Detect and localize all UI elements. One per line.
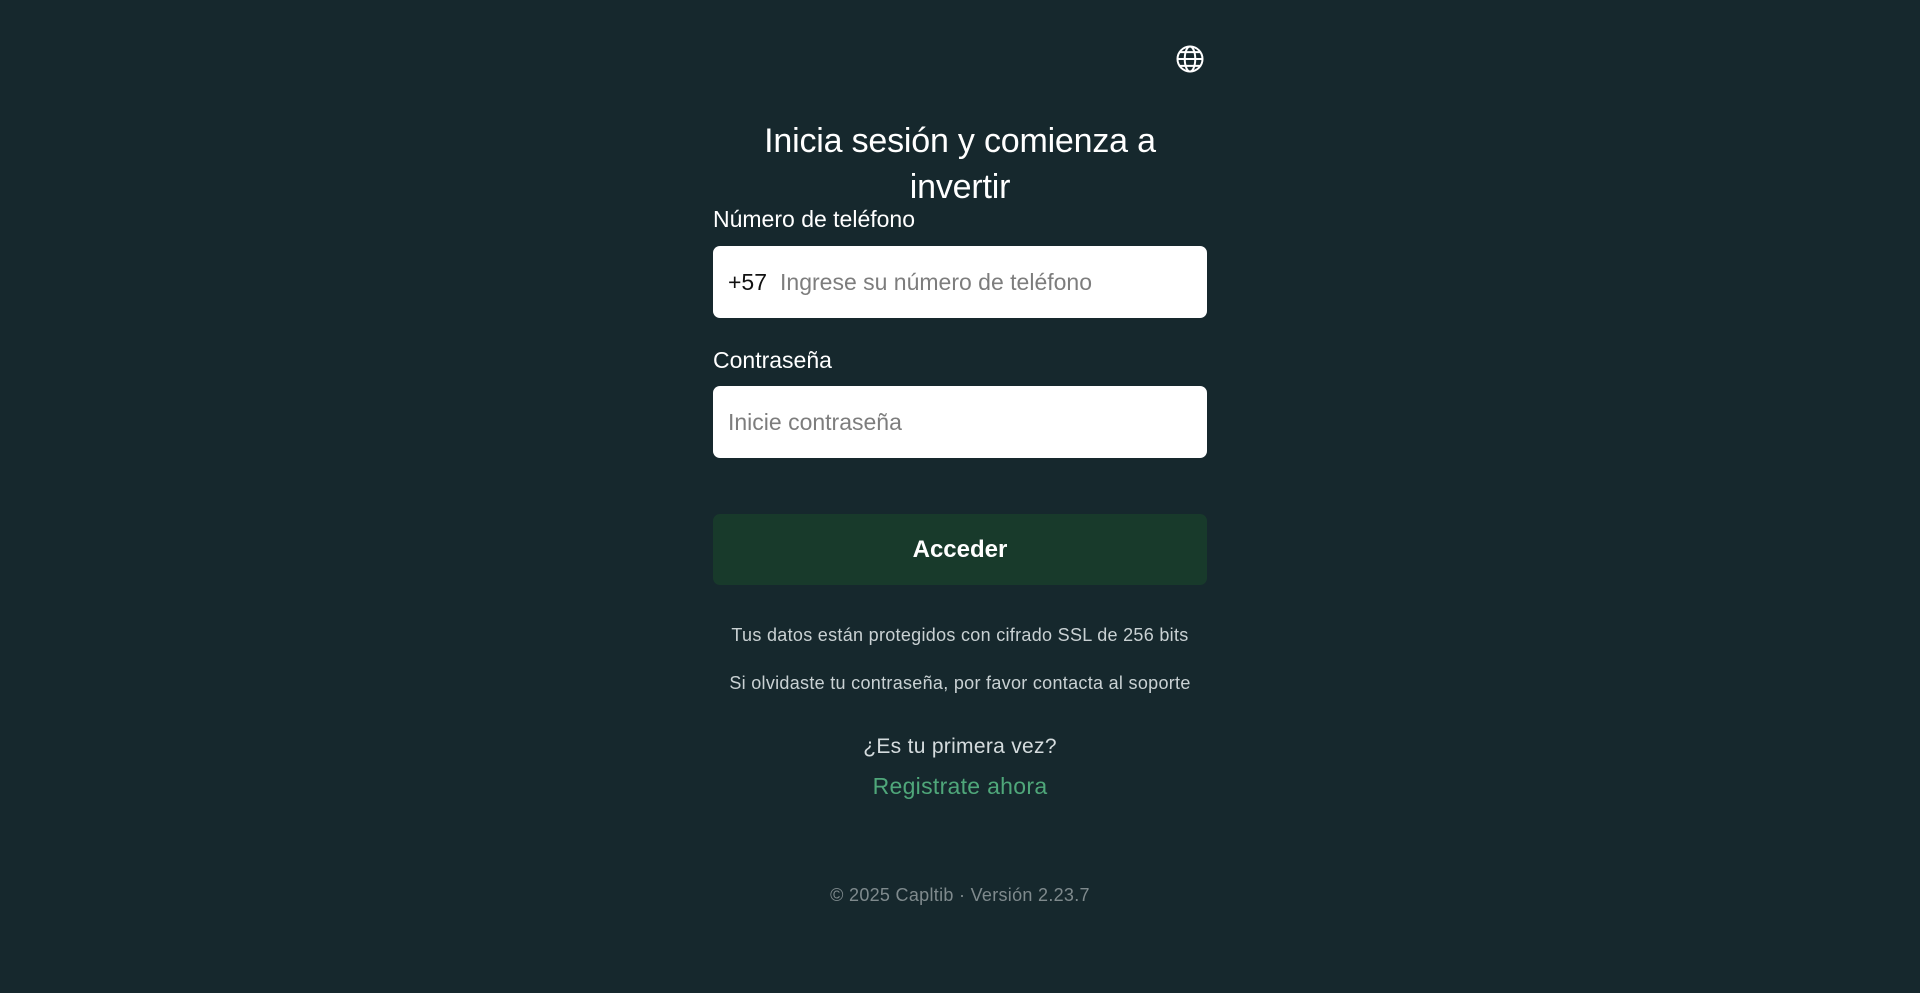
country-code-prefix: +57	[728, 268, 768, 295]
login-page: Inicia sesión y comienza a invertir Núme…	[0, 0, 1920, 993]
first-time-question: ¿Es tu primera vez?	[863, 735, 1057, 758]
password-input[interactable]	[728, 402, 1192, 442]
phone-label: Número de teléfono	[713, 206, 916, 232]
phone-input[interactable]	[780, 262, 1192, 302]
ssl-notice: Tus datos están protegidos con cifrado S…	[731, 625, 1189, 645]
password-label: Contraseña	[713, 347, 832, 373]
page-title: Inicia sesión y comienza a invertir	[764, 122, 1156, 206]
globe-icon	[1175, 44, 1205, 79]
footer-version: © 2025 Capltib · Versión 2.23.7	[830, 885, 1090, 905]
forgot-password-notice: Si olvidaste tu contraseña, por favor co…	[729, 673, 1191, 693]
login-button[interactable]: Acceder	[713, 514, 1207, 585]
language-selector-button[interactable]	[1173, 44, 1207, 78]
password-field[interactable]	[713, 386, 1207, 458]
phone-field[interactable]: +57	[713, 246, 1207, 318]
register-link[interactable]: Registrate ahora	[713, 772, 1207, 800]
